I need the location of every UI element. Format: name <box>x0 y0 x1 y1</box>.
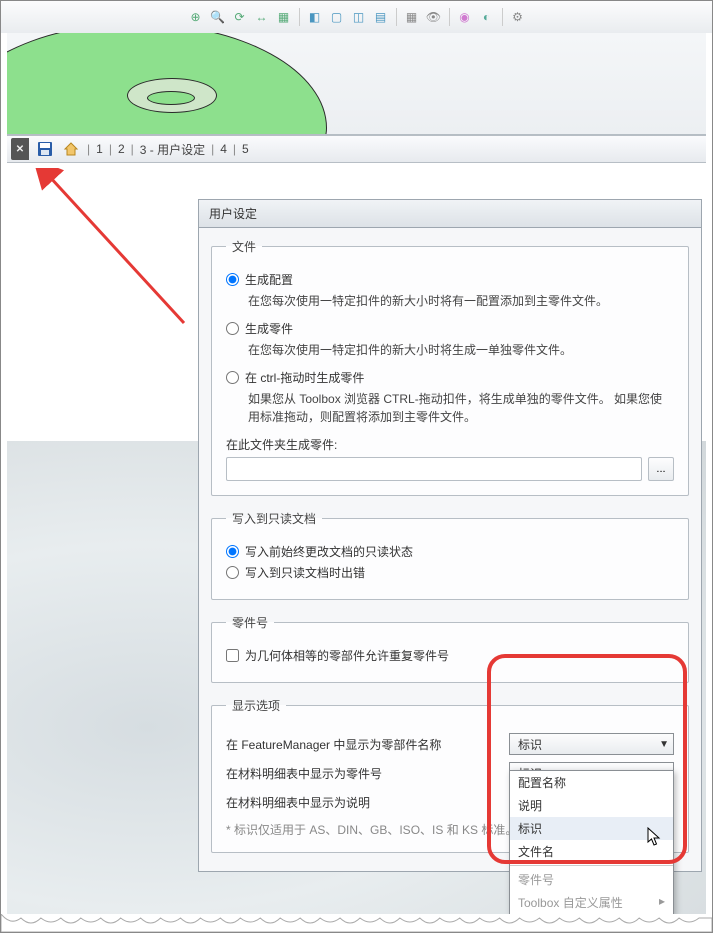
torn-edge <box>1 914 712 932</box>
display-row-label: 在材料明细表中显示为说明 <box>226 794 499 811</box>
settings-icon[interactable]: ⚙ <box>509 8 527 26</box>
breadcrumb-bar: ✕ | 1 | 2 | 3 - 用户设定 | 4 | 5 <box>7 135 706 163</box>
part-hole-inner <box>147 91 195 105</box>
dropdown-option-submenu: Toolbox 自定义属性 ▸ <box>510 891 673 914</box>
separator: | <box>109 142 112 156</box>
separator: | <box>87 142 90 156</box>
radio-label: 写入到只读文档时出错 <box>245 564 365 581</box>
radio-error-readonly[interactable]: 写入到只读文档时出错 <box>226 564 674 581</box>
radio-label: 在 ctrl-拖动时生成零件 <box>245 369 364 386</box>
combo-featuremanager-name[interactable]: 标识 ▼ <box>509 733 674 755</box>
radio-generate-config[interactable]: 生成配置 <box>226 271 674 288</box>
home-icon[interactable] <box>61 139 81 159</box>
breadcrumb-step-active[interactable]: 3 - 用户设定 <box>140 141 205 158</box>
separator: | <box>131 142 134 156</box>
scene-icon[interactable]: ◐ <box>478 8 496 26</box>
display-legend: 显示选项 <box>226 697 286 714</box>
cursor-icon <box>647 827 663 847</box>
tool-icon[interactable]: ⊕ <box>187 8 205 26</box>
annotation-arrow <box>34 168 194 328</box>
combo-value: 标识 <box>518 736 542 753</box>
radio-label: 生成配置 <box>245 271 293 288</box>
view-icon[interactable]: 👁 <box>425 8 443 26</box>
breadcrumb-step[interactable]: 2 <box>118 142 125 156</box>
file-group: 文件 生成配置 在您每次使用一特定扣件的新大小时将有一配置添加到主零件文件。 生… <box>211 238 689 496</box>
display-row-label: 在 FeatureManager 中显示为零部件名称 <box>226 736 499 753</box>
dropdown-option[interactable]: 配置名称 <box>510 771 673 794</box>
radio-generate-part[interactable]: 生成零件 <box>226 320 674 337</box>
display-row-label: 在材料明细表中显示为零件号 <box>226 765 499 782</box>
separator <box>396 8 397 26</box>
pan-icon[interactable]: ↔ <box>253 8 271 26</box>
breadcrumb-step[interactable]: 5 <box>242 142 249 156</box>
file-legend: 文件 <box>226 238 262 255</box>
radio-input[interactable] <box>226 371 239 384</box>
shade-icon[interactable]: ◧ <box>306 8 324 26</box>
readonly-legend: 写入到只读文档 <box>226 510 322 527</box>
zoom-icon[interactable]: 🔍 <box>209 8 227 26</box>
radio-input[interactable] <box>226 566 239 579</box>
separator: | <box>211 142 214 156</box>
display-icon[interactable]: ▦ <box>403 8 421 26</box>
radio-ctrl-drag[interactable]: 在 ctrl-拖动时生成零件 <box>226 369 674 386</box>
dropdown-option[interactable]: 说明 <box>510 794 673 817</box>
rotate-icon[interactable]: ⟳ <box>231 8 249 26</box>
path-input[interactable] <box>226 457 642 481</box>
browse-button[interactable]: ... <box>648 457 674 481</box>
help-text: 如果您从 Toolbox 浏览器 CTRL-拖动扣件，将生成单独的零件文件。 如… <box>248 390 674 426</box>
radio-label: 写入前始终更改文档的只读状态 <box>245 543 413 560</box>
help-text: 在您每次使用一特定扣件的新大小时将生成一单独零件文件。 <box>248 341 674 359</box>
partno-group: 零件号 为几何体相等的零部件允许重复零件号 <box>211 614 689 683</box>
checkbox-input[interactable] <box>226 649 239 662</box>
breadcrumb-step[interactable]: 1 <box>96 142 103 156</box>
top-toolbar: ⊕ 🔍 ⟳ ↔ ▦ ◧ ▢ ◫ ▤ ▦ 👁 ◉ ◐ ⚙ <box>1 1 712 33</box>
perspective-icon[interactable]: ▤ <box>372 8 390 26</box>
radio-change-readonly[interactable]: 写入前始终更改文档的只读状态 <box>226 543 674 560</box>
appearance-icon[interactable]: ◉ <box>456 8 474 26</box>
dropdown-separator <box>510 865 673 866</box>
wire-icon[interactable]: ▢ <box>328 8 346 26</box>
help-text: 在您每次使用一特定扣件的新大小时将有一配置添加到主零件文件。 <box>248 292 674 310</box>
model-viewport[interactable] <box>7 33 706 135</box>
partno-legend: 零件号 <box>226 614 274 631</box>
save-icon[interactable] <box>35 139 55 159</box>
separator <box>299 8 300 26</box>
radio-label: 生成零件 <box>245 320 293 337</box>
chevron-down-icon: ▼ <box>659 739 669 750</box>
radio-input[interactable] <box>226 545 239 558</box>
separator <box>449 8 450 26</box>
dropdown-option-disabled: 零件号 <box>510 868 673 891</box>
dropdown-option-label: Toolbox 自定义属性 <box>518 894 623 911</box>
separator: | <box>233 142 236 156</box>
radio-input[interactable] <box>226 322 239 335</box>
readonly-group: 写入到只读文档 写入前始终更改文档的只读状态 写入到只读文档时出错 <box>211 510 689 600</box>
section-icon[interactable]: ▦ <box>275 8 293 26</box>
separator <box>502 8 503 26</box>
checkbox-label: 为几何体相等的零部件允许重复零件号 <box>245 647 449 664</box>
check-duplicate-partno[interactable]: 为几何体相等的零部件允许重复零件号 <box>226 647 674 664</box>
path-label: 在此文件夹生成零件: <box>226 436 674 453</box>
hidden-icon[interactable]: ◫ <box>350 8 368 26</box>
chevron-right-icon: ▸ <box>659 894 665 911</box>
panel-title: 用户设定 <box>199 200 701 228</box>
close-button[interactable]: ✕ <box>11 138 29 160</box>
breadcrumb-step[interactable]: 4 <box>220 142 227 156</box>
radio-input[interactable] <box>226 273 239 286</box>
